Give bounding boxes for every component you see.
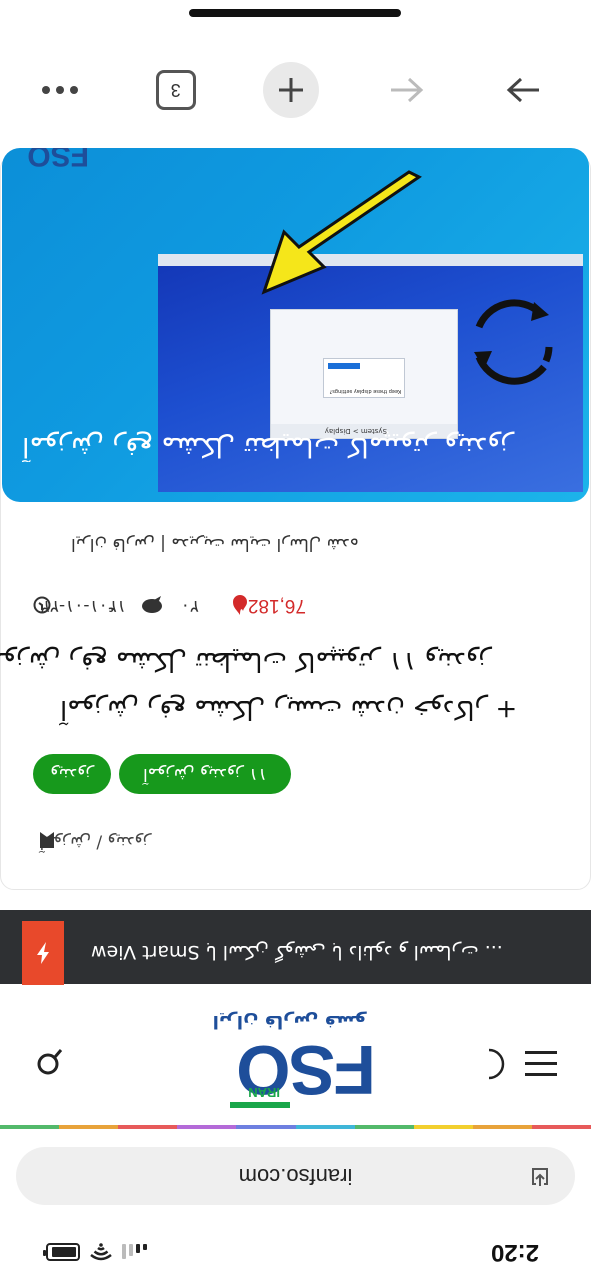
url-text: iranfso.com (238, 1164, 353, 1189)
publish-date: ۱۴۰۱-۰۱-۲۲ (40, 596, 126, 616)
arrow-right-icon (506, 77, 539, 103)
site-logo[interactable]: FSO IRAN ایران فارس فسو (212, 992, 376, 1120)
more-dots-icon (42, 86, 78, 94)
status-time: 2:20 (490, 1239, 539, 1266)
clock-icon (33, 596, 51, 614)
ticker-text[interactable]: ... با اسکن گوشی با دانلود و اسمارت Smar… (91, 920, 561, 984)
logo-tagline: ایران فارس فسو (212, 1011, 366, 1032)
logo-subtext: IRAN (248, 1085, 280, 1100)
tag-button-secondary[interactable]: ویندوز (33, 754, 111, 794)
author-line: ایران فارس | مدیریت سایت ارسال شده (71, 534, 359, 554)
browser-toolbar: 3 (0, 50, 591, 130)
article-title-line1[interactable]: + آموزش رفع مشکل ریست شدن خودکار (60, 694, 531, 724)
wifi-icon (90, 1243, 112, 1261)
menu-icon[interactable] (525, 1048, 557, 1078)
signal-icon (122, 1244, 147, 1260)
battery-icon (46, 1243, 80, 1261)
tag-button-primary[interactable]: آموزش ویندوز ۱۱ (119, 754, 291, 794)
arrow-left-icon (391, 77, 424, 103)
views-count: 76,182 (247, 595, 306, 616)
tabs-button[interactable]: 3 (148, 62, 204, 118)
flash-icon (37, 942, 49, 964)
address-bar[interactable]: iranfso.com (16, 1147, 575, 1205)
fire-icon (233, 595, 247, 615)
refresh-icon (474, 299, 553, 385)
search-icon[interactable] (35, 1046, 63, 1076)
hero-caption: آموزش رفع مشکل تنظیمات کامپیوتر ویندوز (22, 431, 514, 462)
forward-button[interactable] (495, 62, 551, 118)
flipped-screen: 2:20 iranfso.com FSO IRAN ایران فارس فسو… (0, 0, 591, 1280)
color-stripe (0, 1125, 591, 1129)
comments-count: ۲۰ (180, 596, 199, 616)
new-tab-button[interactable] (263, 62, 320, 118)
plus-icon (279, 78, 304, 102)
logo-bar (230, 1102, 290, 1108)
more-options-button[interactable] (32, 62, 88, 118)
dark-mode-icon[interactable] (479, 1048, 507, 1080)
system-icons (46, 1243, 147, 1261)
hero-brand: FSO (27, 148, 89, 172)
home-indicator[interactable] (189, 9, 401, 17)
status-bar: 2:20 (0, 1224, 591, 1280)
ticker-badge (22, 921, 64, 985)
back-button[interactable] (379, 62, 435, 118)
keep-settings-dialog: Keep these display settings? (323, 358, 405, 398)
article-hero-image[interactable]: System > Display Keep these display sett… (2, 148, 589, 502)
tab-count: 3 (155, 70, 196, 110)
bookmark-icon[interactable] (37, 830, 57, 850)
download-page-icon[interactable] (529, 1166, 551, 1188)
comment-icon (142, 596, 162, 613)
pointer-arrow-icon (261, 170, 422, 295)
article-title-line2[interactable]: آموزش رفع مشکل تنظیمات کامپیوتر ۱۱ ویندو… (0, 646, 491, 676)
